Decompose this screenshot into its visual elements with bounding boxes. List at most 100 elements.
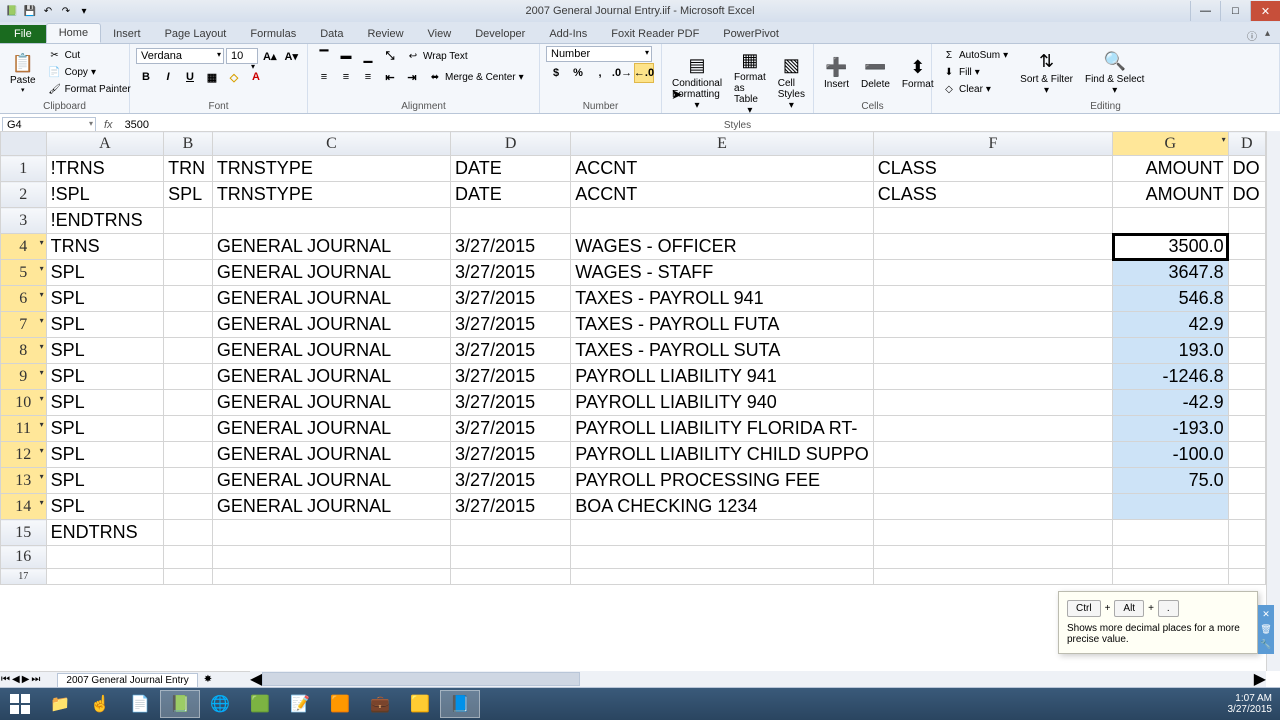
align-center-button[interactable]: ≡ — [336, 67, 356, 87]
spreadsheet-grid[interactable]: ABCDEFGD1!TRNSTRNTRNSTYPEDATEACCNTCLASSA… — [0, 131, 1266, 671]
cell-C2[interactable]: TRNSTYPE — [212, 182, 450, 208]
cell-D2[interactable]: DO — [1228, 182, 1265, 208]
align-bottom-button[interactable]: ▁ — [358, 46, 378, 66]
sheet-nav-first-icon[interactable]: ⏮ — [0, 674, 11, 685]
cell-A13[interactable]: SPL — [46, 468, 164, 494]
qat-more-icon[interactable]: ▾ — [76, 3, 92, 19]
cell-F4[interactable] — [873, 234, 1112, 260]
cell-D11[interactable]: 3/27/2015 — [451, 416, 571, 442]
cell-B2[interactable]: SPL — [164, 182, 213, 208]
align-top-button[interactable]: ▔ — [314, 46, 334, 66]
cell-C15[interactable] — [212, 520, 450, 546]
cell-D1[interactable]: DO — [1228, 156, 1265, 182]
comma-button[interactable]: , — [590, 63, 610, 83]
cell-D16[interactable] — [1228, 546, 1265, 569]
start-button[interactable] — [0, 688, 40, 720]
cell-A11[interactable]: SPL — [46, 416, 164, 442]
merge-center-button[interactable]: ⬌Merge & Center ▾ — [424, 69, 528, 85]
cell-C14[interactable]: GENERAL JOURNAL — [212, 494, 450, 520]
cell-D7[interactable]: 3/27/2015 — [451, 312, 571, 338]
copy-button[interactable]: 📄Copy ▾ — [44, 65, 135, 81]
cell-E11[interactable]: PAYROLL LIABILITY FLORIDA RT- — [571, 416, 873, 442]
undo-icon[interactable]: ↶ — [40, 3, 56, 19]
help-icon[interactable]: ⓘ — [1247, 28, 1257, 43]
col-header-E[interactable]: E — [571, 132, 873, 156]
tooltip-close-icon[interactable]: ✕ — [1260, 609, 1272, 620]
cell-C10[interactable]: GENERAL JOURNAL — [212, 390, 450, 416]
cell-D15[interactable] — [451, 520, 571, 546]
task-green-icon[interactable]: 🟩 — [240, 690, 280, 718]
cell-A9[interactable]: SPL — [46, 364, 164, 390]
scroll-left-icon[interactable]: ◀ — [250, 669, 262, 689]
cell-G4[interactable]: 3500.0 — [1113, 234, 1229, 260]
cell-E6[interactable]: TAXES - PAYROLL 941 — [571, 286, 873, 312]
task-orange-icon[interactable]: 🟧 — [320, 690, 360, 718]
increase-decimal-button[interactable]: .0→ — [612, 63, 632, 83]
row-header-7[interactable]: 7 — [1, 312, 47, 338]
cell-D9[interactable] — [1228, 364, 1265, 390]
format-as-table-button[interactable]: ▦Format as Table ▾ — [730, 46, 770, 118]
task-explorer-icon[interactable]: 📁 — [40, 690, 80, 718]
border-button[interactable]: ▦ — [202, 67, 222, 87]
percent-button[interactable]: % — [568, 63, 588, 83]
sheet-tab[interactable]: 2007 General Journal Entry — [57, 673, 197, 687]
cell-D4[interactable]: 3/27/2015 — [451, 234, 571, 260]
file-tab[interactable]: File — [0, 25, 46, 43]
cell-C7[interactable]: GENERAL JOURNAL — [212, 312, 450, 338]
tab-view[interactable]: View — [416, 25, 464, 43]
cell-D3[interactable] — [1228, 208, 1265, 234]
cell-A12[interactable]: SPL — [46, 442, 164, 468]
cell-A4[interactable]: TRNS — [46, 234, 164, 260]
cell-D10[interactable]: 3/27/2015 — [451, 390, 571, 416]
minimize-ribbon-icon[interactable]: ▴ — [1265, 28, 1270, 43]
insert-cells-button[interactable]: ➕Insert — [820, 53, 853, 92]
row-header-6[interactable]: 6 — [1, 286, 47, 312]
wrap-text-button[interactable]: ↩Wrap Text — [402, 48, 472, 64]
tab-review[interactable]: Review — [355, 25, 415, 43]
cell-F9[interactable] — [873, 364, 1112, 390]
cell-D10[interactable] — [1228, 390, 1265, 416]
font-color-button[interactable]: A — [246, 67, 266, 87]
excel-icon[interactable]: 📗 — [4, 3, 20, 19]
cell-F1[interactable]: CLASS — [873, 156, 1112, 182]
font-name-select[interactable]: Verdana — [136, 48, 224, 64]
cell-C12[interactable]: GENERAL JOURNAL — [212, 442, 450, 468]
cell-F2[interactable]: CLASS — [873, 182, 1112, 208]
cell-F5[interactable] — [873, 260, 1112, 286]
cell-B8[interactable] — [164, 338, 213, 364]
cell-C6[interactable]: GENERAL JOURNAL — [212, 286, 450, 312]
row-header-15[interactable]: 15 — [1, 520, 47, 546]
cell-C4[interactable]: GENERAL JOURNAL — [212, 234, 450, 260]
tooltip-trash-icon[interactable]: 🗑 — [1260, 624, 1272, 635]
vertical-scrollbar[interactable] — [1266, 131, 1280, 671]
cell-G1[interactable]: AMOUNT — [1113, 156, 1229, 182]
orientation-button[interactable]: ⤡ — [380, 46, 400, 66]
autosum-button[interactable]: ΣAutoSum ▾ — [938, 48, 1012, 64]
cell-C1[interactable]: TRNSTYPE — [212, 156, 450, 182]
cell-E15[interactable] — [571, 520, 873, 546]
row-header-4[interactable]: 4 — [1, 234, 47, 260]
cell-D8[interactable] — [1228, 338, 1265, 364]
tab-page-layout[interactable]: Page Layout — [153, 25, 239, 43]
col-header-D[interactable]: D — [451, 132, 571, 156]
grow-font-button[interactable]: A▴ — [260, 46, 279, 66]
cell-E5[interactable]: WAGES - STAFF — [571, 260, 873, 286]
close-button[interactable]: ✕ — [1250, 1, 1280, 21]
cell-G13[interactable]: 75.0 — [1113, 468, 1229, 494]
cell-G10[interactable]: -42.9 — [1113, 390, 1229, 416]
tab-developer[interactable]: Developer — [463, 25, 537, 43]
cell-G2[interactable]: AMOUNT — [1113, 182, 1229, 208]
shrink-font-button[interactable]: A▾ — [282, 46, 301, 66]
cell-B15[interactable] — [164, 520, 213, 546]
cell-G7[interactable]: 42.9 — [1113, 312, 1229, 338]
col-header-B[interactable]: B — [164, 132, 213, 156]
cell-G3[interactable] — [1113, 208, 1229, 234]
row-header-3[interactable]: 3 — [1, 208, 47, 234]
cell-F3[interactable] — [873, 208, 1112, 234]
cell-D2[interactable]: DATE — [451, 182, 571, 208]
cell-D13[interactable] — [1228, 468, 1265, 494]
cell-F7[interactable] — [873, 312, 1112, 338]
cell-B5[interactable] — [164, 260, 213, 286]
tab-add-ins[interactable]: Add-Ins — [537, 25, 599, 43]
cell-D15[interactable] — [1228, 520, 1265, 546]
